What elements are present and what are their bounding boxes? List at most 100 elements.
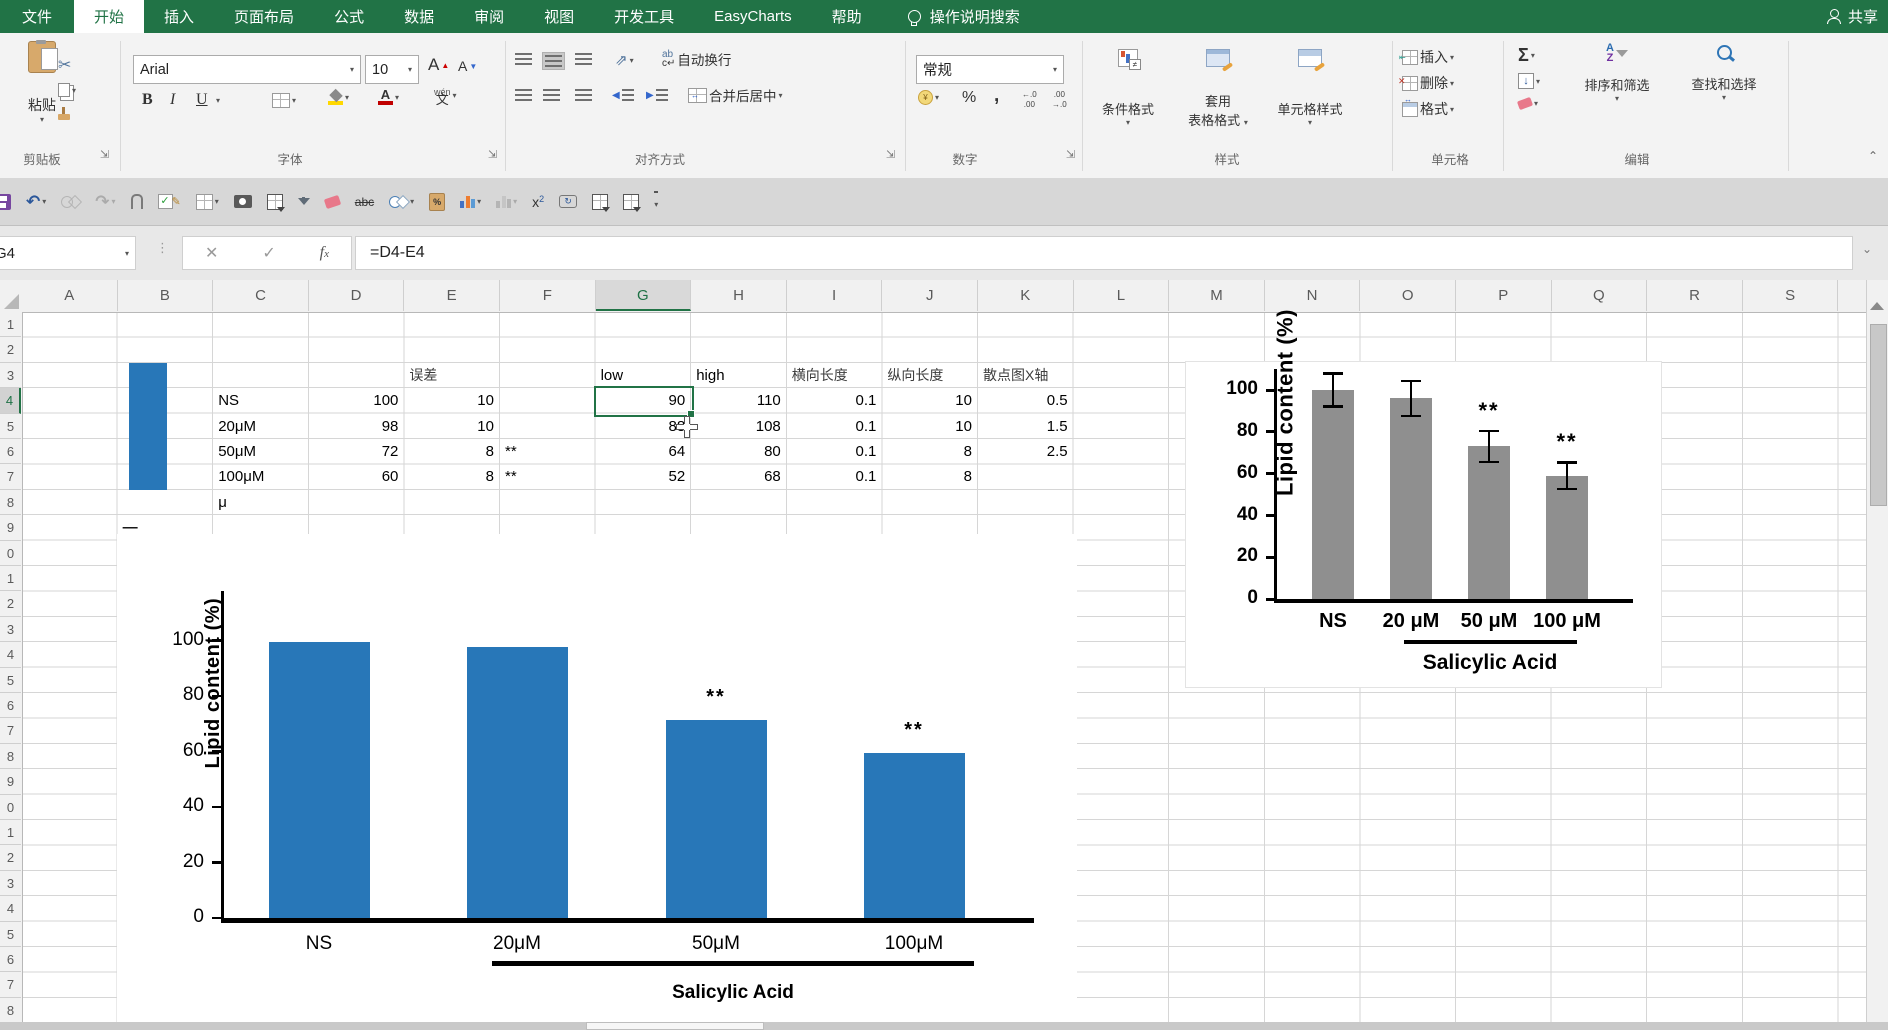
wrap-text-button[interactable]: abc↵ 自动换行	[662, 49, 731, 69]
edit-checklist-button[interactable]: ✓✎	[158, 194, 181, 209]
pivot-chart-button[interactable]: ▾	[496, 195, 517, 208]
orientation-button[interactable]: ⇗▾	[615, 51, 634, 69]
column-header-L[interactable]: L	[1074, 280, 1170, 311]
cell-C5[interactable]: 20μM	[213, 414, 309, 439]
italic-button[interactable]: I	[170, 91, 175, 109]
underline-dropdown[interactable]: ▾	[216, 96, 220, 105]
clipboard-dialog-launcher[interactable]: ⇲	[100, 150, 111, 161]
cell-H5[interactable]: 108	[691, 414, 787, 439]
accounting-format-button[interactable]: ¥▾	[918, 90, 939, 105]
active-cell-border[interactable]	[594, 386, 695, 416]
cell-H6[interactable]: 80	[691, 439, 787, 464]
decrease-indent-button[interactable]: ◀	[612, 89, 634, 101]
redo-button[interactable]: ↷▾	[95, 192, 115, 212]
font-size-select[interactable]: 10▾	[365, 55, 419, 84]
row-header-18[interactable]: 8	[0, 744, 21, 769]
column-header-P[interactable]: P	[1456, 280, 1552, 311]
name-box-splitter[interactable]: ⋮	[156, 240, 169, 256]
format-as-table-button[interactable]: 套用 表格格式 ▾	[1176, 41, 1260, 129]
bold-button[interactable]: B	[142, 91, 153, 109]
ribbon-tab[interactable]: EasyCharts	[694, 0, 812, 33]
ribbon-tab[interactable]: 页面布局	[214, 0, 314, 33]
vertical-scrollbar[interactable]	[1866, 280, 1888, 1022]
undo-button[interactable]: ↶▾	[26, 192, 46, 212]
row-header-20[interactable]: 0	[0, 795, 21, 820]
cell-styles-button[interactable]: 单元格样式 ▾	[1264, 41, 1356, 127]
column-header-I[interactable]: I	[787, 280, 883, 311]
ribbon-tab[interactable]: 开始	[74, 0, 144, 33]
cell-G6[interactable]: 64	[596, 439, 692, 464]
cell-J3[interactable]: 纵向长度	[882, 363, 978, 388]
row-header-15[interactable]: 5	[0, 668, 21, 693]
row-header-2[interactable]: 2	[0, 337, 21, 362]
row-header-3[interactable]: 3	[0, 363, 21, 388]
column-header-A[interactable]: A	[22, 280, 118, 311]
scroll-up-arrow[interactable]	[1870, 302, 1884, 310]
cell-F6[interactable]: **	[500, 439, 596, 464]
row-header-24[interactable]: 4	[0, 896, 21, 921]
cell-E6[interactable]: 8	[404, 439, 500, 464]
number-dialog-launcher[interactable]: ⇲	[1066, 150, 1077, 161]
insert-table-button[interactable]: ▾	[196, 194, 219, 210]
top-align-button[interactable]	[515, 53, 532, 65]
cell-D4[interactable]: 100	[309, 388, 405, 413]
row-header-7[interactable]: 7	[0, 464, 21, 489]
increase-indent-button[interactable]: ▶	[646, 89, 668, 101]
cell-C6[interactable]: 50μM	[213, 439, 309, 464]
cell-J6[interactable]: 8	[882, 439, 978, 464]
alignment-dialog-launcher[interactable]: ⇲	[886, 150, 897, 161]
cell-K3[interactable]: 散点图X轴	[978, 363, 1074, 388]
cell-I6[interactable]: 0.1	[787, 439, 883, 464]
filter-button[interactable]	[298, 198, 310, 205]
clear-button[interactable]: ▾	[1518, 99, 1538, 108]
middle-align-button[interactable]	[543, 53, 564, 69]
bottom-align-button[interactable]	[575, 53, 592, 65]
cell-C4[interactable]: NS	[213, 388, 309, 413]
select-all-corner[interactable]	[4, 294, 19, 309]
column-header-H[interactable]: H	[691, 280, 787, 311]
cell-E5[interactable]: 10	[404, 414, 500, 439]
format-cells-button[interactable]: ↔ 格式▾	[1402, 99, 1454, 119]
autosum-button[interactable]: Σ▾	[1518, 45, 1535, 66]
increase-decimal-button[interactable]: ←.0.00	[1022, 91, 1037, 109]
cell-C8[interactable]: μ	[213, 490, 309, 515]
paste-dropdown[interactable]: ▾	[40, 115, 44, 124]
cell-I3[interactable]: 横向长度	[787, 363, 883, 388]
cell-E7[interactable]: 8	[404, 464, 500, 489]
tab-file[interactable]: 文件	[0, 0, 74, 33]
toolbar-more-button[interactable]: ▾	[654, 191, 658, 212]
column-header-N[interactable]: N	[1265, 280, 1361, 311]
underline-button[interactable]: U	[196, 91, 208, 109]
name-box[interactable]: G4 ▾	[0, 236, 136, 270]
column-chart-button[interactable]: ▾	[460, 195, 481, 208]
column-header-O[interactable]: O	[1360, 280, 1456, 311]
row-header-8[interactable]: 8	[0, 490, 21, 515]
eraser-button[interactable]	[325, 197, 340, 207]
column-header-G[interactable]: G	[596, 280, 692, 311]
number-format-select[interactable]: 常规▾	[916, 55, 1064, 84]
align-center-button[interactable]	[543, 89, 560, 101]
column-header-B[interactable]: B	[118, 280, 214, 311]
increase-font-button[interactable]: A▲	[428, 55, 449, 75]
conditional-formatting-button[interactable]: ≠ 条件格式 ▾	[1086, 41, 1170, 127]
row-header-26[interactable]: 6	[0, 947, 21, 972]
fill-color-button[interactable]: ▾	[328, 89, 349, 105]
font-dialog-launcher[interactable]: ⇲	[488, 150, 499, 161]
cell-K5[interactable]: 1.5	[978, 414, 1074, 439]
align-left-button[interactable]	[515, 89, 532, 101]
column-header-J[interactable]: J	[882, 280, 978, 311]
column-header-F[interactable]: F	[500, 280, 596, 311]
row-header-28[interactable]: 8	[0, 998, 21, 1023]
column-header-R[interactable]: R	[1647, 280, 1743, 311]
row-header-5[interactable]: 5	[0, 414, 21, 439]
strikethrough-button[interactable]: abc	[355, 195, 374, 209]
row-header-12[interactable]: 2	[0, 591, 21, 616]
format-painter-button[interactable]	[58, 107, 70, 120]
cut-button[interactable]: ✂	[58, 55, 71, 75]
row-header-23[interactable]: 3	[0, 871, 21, 896]
shapes-disabled-button[interactable]	[61, 196, 80, 208]
cell-H7[interactable]: 68	[691, 464, 787, 489]
column-header-D[interactable]: D	[309, 280, 405, 311]
copy-button[interactable]: ▾	[58, 83, 76, 97]
cell-D5[interactable]: 98	[309, 414, 405, 439]
